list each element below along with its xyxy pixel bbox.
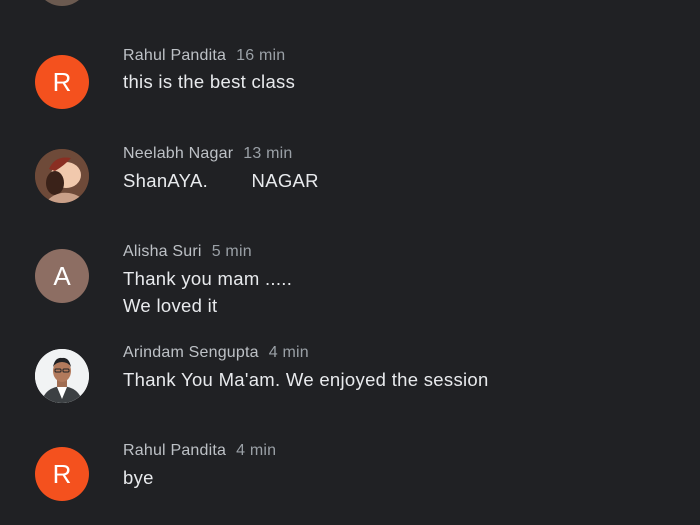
message-text: this is the best class xyxy=(123,71,296,92)
avatar[interactable] xyxy=(35,349,89,403)
message-text: We loved it xyxy=(123,295,218,316)
message-time: 4 min xyxy=(236,442,277,459)
avatar[interactable]: R xyxy=(35,447,89,501)
message-time: 5 min xyxy=(211,243,252,260)
avatar-photo xyxy=(35,349,89,403)
message-meta: Neelabh Nagar 13 min xyxy=(123,145,292,163)
message-text: bye xyxy=(123,467,154,488)
message-time: 4 min xyxy=(268,344,309,361)
avatar-letter: A xyxy=(53,260,71,291)
avatar[interactable] xyxy=(35,149,89,203)
avatar-photo xyxy=(35,149,89,203)
author-name: Rahul Pandita xyxy=(123,47,227,64)
message-meta: Rahul Pandita 16 min xyxy=(123,47,285,65)
author-name: Arindam Sengupta xyxy=(123,344,259,361)
avatar[interactable]: R xyxy=(35,55,89,109)
author-name: Rahul Pandita xyxy=(123,442,227,459)
avatar[interactable]: A xyxy=(35,249,89,303)
avatar-letter: R xyxy=(52,458,72,489)
message-meta: Arindam Sengupta 4 min xyxy=(123,344,309,362)
avatar-letter: R xyxy=(52,66,72,97)
message-meta: Rahul Pandita 4 min xyxy=(123,442,276,460)
author-name: Alisha Suri xyxy=(123,243,202,260)
message-text: Thank you mam ..... xyxy=(123,268,293,289)
chat-message-list[interactable]: R Rahul Pandita 16 min this is the best c… xyxy=(0,0,700,525)
message-time: 13 min xyxy=(243,145,293,162)
message-time: 16 min xyxy=(236,47,286,64)
author-name: Neelabh Nagar xyxy=(123,145,234,162)
message-text: ShanAYA. NAGAR xyxy=(123,170,319,191)
message-text: Thank You Ma'am. We enjoyed the session xyxy=(123,369,489,390)
avatar xyxy=(35,0,89,6)
message-meta: Alisha Suri 5 min xyxy=(123,243,252,261)
